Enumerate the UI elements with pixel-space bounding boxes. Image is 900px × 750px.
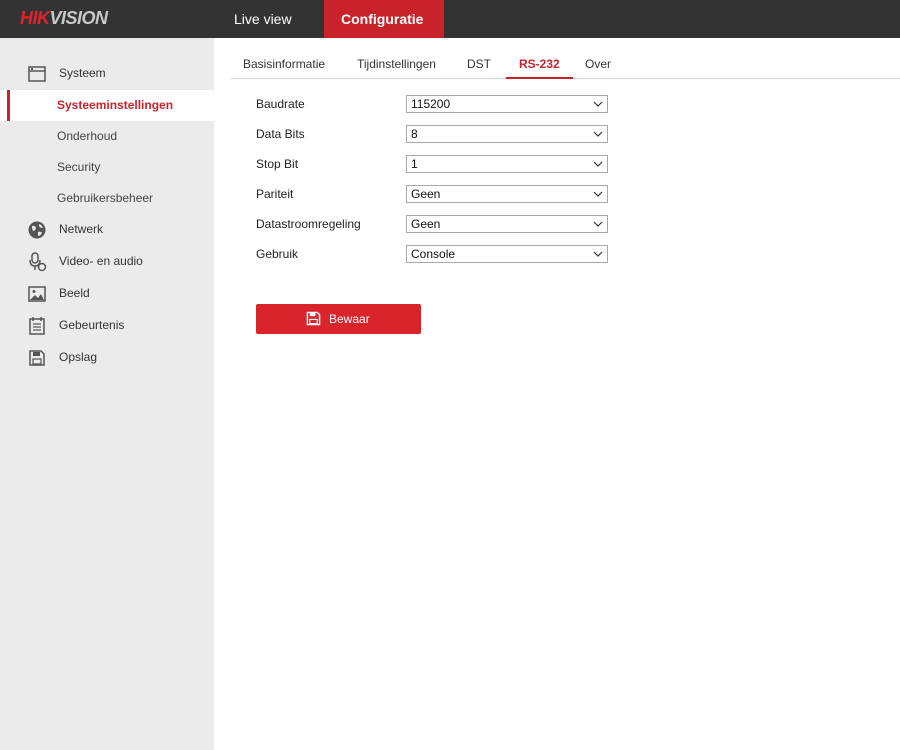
sidebar-item-video-audio[interactable]: Video- en audio: [0, 246, 214, 277]
sidebar-item-label: Video- en audio: [59, 254, 143, 268]
calendar-icon: [29, 317, 45, 335]
sidebar-item-label: Netwerk: [59, 222, 104, 236]
sidebar-item-label: Opslag: [59, 350, 98, 364]
sidebar-subitem-label: Onderhoud: [57, 129, 118, 143]
tab-basisinformatie[interactable]: Basisinformatie: [230, 50, 338, 78]
gebruik-value: Console: [411, 247, 456, 261]
tab-dst[interactable]: DST: [454, 50, 504, 78]
sidebar-subitem-security[interactable]: Security: [0, 152, 214, 183]
chevron-down-icon: [593, 161, 603, 167]
nav-configuration[interactable]: Configuratie: [324, 0, 444, 38]
sidebar-item-label: Systeem: [59, 66, 106, 80]
datastroomregeling-label: Datastroomregeling: [256, 217, 361, 231]
globe-icon: [28, 221, 46, 239]
sidebar-subitem-label: Gebruikersbeheer: [57, 191, 154, 205]
chevron-down-icon: [593, 131, 603, 137]
pariteit-select[interactable]: Geen: [406, 185, 608, 203]
tab-rs232[interactable]: RS-232: [506, 50, 573, 79]
gebruik-label: Gebruik: [256, 247, 299, 261]
sidebar-subitem-label: Security: [57, 160, 101, 174]
form-row-datastroomregeling: Datastroomregeling Geen: [256, 213, 616, 235]
tab-bar: Basisinformatie Tijdinstellingen DST RS-…: [230, 50, 900, 79]
sidebar-item-systeem[interactable]: Systeem: [0, 58, 214, 89]
sidebar-subitem-label: Systeeminstellingen: [57, 98, 174, 112]
chevron-down-icon: [593, 191, 603, 197]
stop-bit-label: Stop Bit: [256, 157, 299, 171]
baudrate-select[interactable]: 115200: [406, 95, 608, 113]
sidebar-item-opslag[interactable]: Opslag: [0, 342, 214, 373]
hikvision-logo: HIKVISION: [20, 8, 108, 28]
sidebar-subitem-onderhoud[interactable]: Onderhoud: [0, 121, 214, 152]
active-indicator: [7, 90, 10, 121]
sidebar-item-netwerk[interactable]: Netwerk: [0, 214, 214, 245]
tab-tijdinstellingen[interactable]: Tijdinstellingen: [344, 50, 449, 78]
microphone-icon: [29, 252, 47, 272]
sidebar: Systeem Systeeminstellingen Onderhoud Se…: [0, 38, 214, 750]
floppy-disk-icon: [29, 350, 45, 366]
baudrate-value: 115200: [411, 97, 451, 111]
data-bits-select[interactable]: 8: [406, 125, 608, 143]
chevron-down-icon: [593, 221, 603, 227]
stop-bit-select[interactable]: 1: [406, 155, 608, 173]
form-row-baudrate: Baudrate 115200: [256, 93, 616, 115]
chevron-down-icon: [593, 101, 603, 107]
nav-live-view[interactable]: Live view: [214, 0, 324, 38]
floppy-disk-icon: [306, 311, 321, 326]
sidebar-item-label: Beeld: [59, 286, 90, 300]
sidebar-item-beeld[interactable]: Beeld: [0, 278, 214, 309]
form-row-gebruik: Gebruik Console: [256, 243, 616, 265]
system-window-icon: [28, 66, 46, 82]
sidebar-subitem-systeeminstellingen[interactable]: Systeeminstellingen: [0, 90, 214, 121]
save-button[interactable]: Bewaar: [256, 304, 421, 334]
image-icon: [28, 286, 46, 302]
datastroomregeling-value: Geen: [411, 217, 441, 231]
top-bar: HIKVISION Live view Configuratie: [0, 0, 900, 38]
top-navigation: Live view Configuratie: [214, 0, 444, 38]
sidebar-subitem-gebruikersbeheer[interactable]: Gebruikersbeheer: [0, 183, 214, 214]
pariteit-label: Pariteit: [256, 187, 294, 201]
gebruik-select[interactable]: Console: [406, 245, 608, 263]
stop-bit-value: 1: [411, 157, 418, 171]
pariteit-value: Geen: [411, 187, 441, 201]
form-row-data-bits: Data Bits 8: [256, 123, 616, 145]
chevron-down-icon: [593, 251, 603, 257]
tab-over[interactable]: Over: [572, 50, 624, 78]
baudrate-label: Baudrate: [256, 97, 305, 111]
form-row-stop-bit: Stop Bit 1: [256, 153, 616, 175]
sidebar-item-gebeurtenis[interactable]: Gebeurtenis: [0, 310, 214, 341]
datastroomregeling-select[interactable]: Geen: [406, 215, 608, 233]
form-row-pariteit: Pariteit Geen: [256, 183, 616, 205]
data-bits-label: Data Bits: [256, 127, 305, 141]
data-bits-value: 8: [411, 127, 418, 141]
save-button-label: Bewaar: [329, 312, 370, 326]
sidebar-item-label: Gebeurtenis: [59, 318, 125, 332]
